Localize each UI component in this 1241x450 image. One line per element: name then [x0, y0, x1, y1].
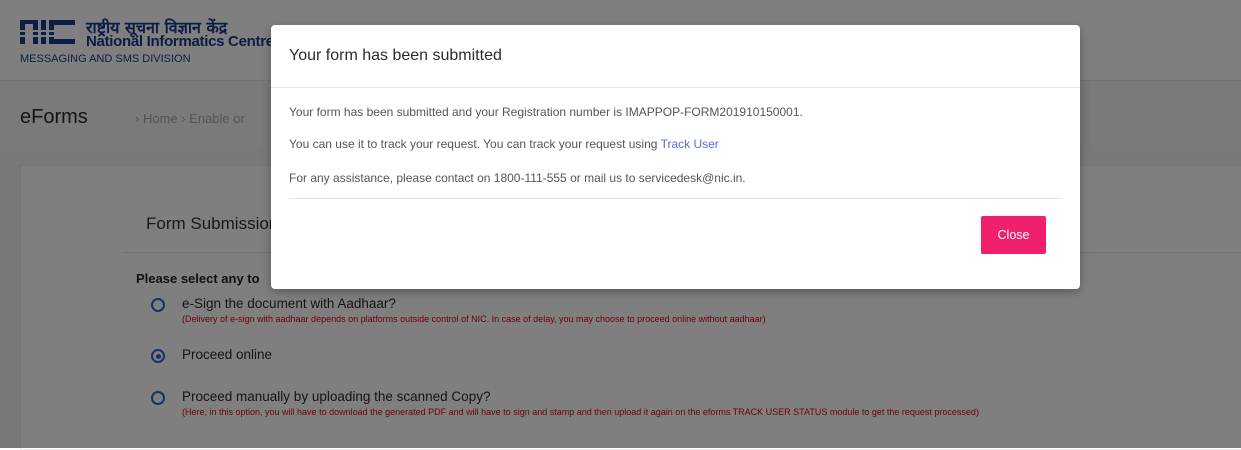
modal-divider: [289, 198, 1062, 199]
track-message: You can use it to track your request. Yo…: [289, 137, 719, 151]
submission-modal: Your form has been submitted Your form h…: [271, 25, 1080, 289]
track-message-text: You can use it to track your request. Yo…: [289, 137, 661, 151]
assistance-message: For any assistance, please contact on 18…: [289, 171, 746, 185]
modal-header: Your form has been submitted: [271, 25, 1080, 88]
registration-message: Your form has been submitted and your Re…: [289, 105, 803, 119]
modal-title: Your form has been submitted: [289, 47, 502, 64]
close-button[interactable]: Close: [981, 216, 1046, 254]
track-user-link[interactable]: Track User: [661, 137, 719, 151]
page: राष्ट्रीय सूचना विज्ञान केंद्र National …: [0, 0, 1241, 450]
